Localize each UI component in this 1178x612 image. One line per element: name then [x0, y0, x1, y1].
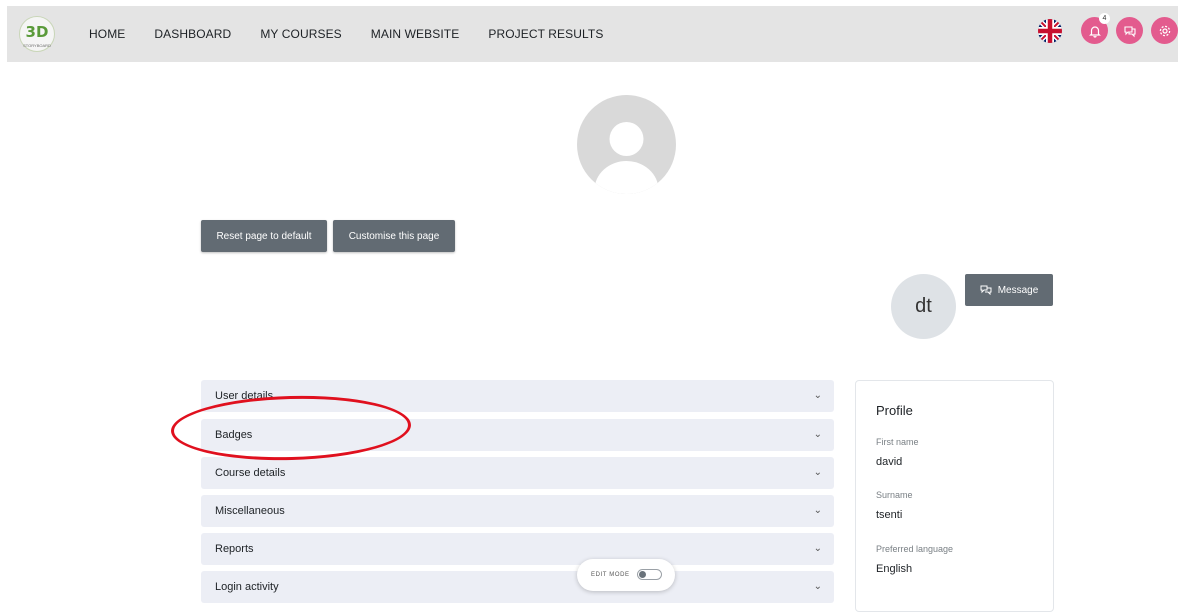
message-button[interactable]: Message: [965, 274, 1053, 306]
messages-button[interactable]: [1116, 17, 1143, 44]
nav-my-courses[interactable]: MY COURSES: [260, 27, 341, 41]
surname-value: tsenti: [876, 509, 903, 521]
chevron-down-icon: ⌄: [813, 429, 822, 440]
chevron-down-icon: ⌄: [813, 543, 822, 554]
primary-nav: HOME DASHBOARD MY COURSES MAIN WEBSITE P…: [89, 6, 632, 62]
user-initials-avatar: dt: [891, 274, 956, 339]
section-label: Course details: [215, 467, 286, 479]
notifications-button[interactable]: 4: [1081, 13, 1110, 44]
nav-main-website[interactable]: MAIN WEBSITE: [371, 27, 460, 41]
bell-icon: [1088, 25, 1101, 38]
notification-count-badge: 4: [1099, 13, 1110, 24]
section-reports[interactable]: Reports ⌄: [201, 533, 834, 565]
switch-knob: [639, 571, 646, 578]
edit-mode-label: EDIT MODE: [591, 572, 630, 578]
section-login-activity[interactable]: Login activity ⌄: [201, 571, 834, 603]
chevron-down-icon: ⌄: [813, 505, 822, 516]
chevron-down-icon: ⌄: [813, 467, 822, 478]
first-name-label: First name: [876, 437, 919, 447]
edit-mode-switch[interactable]: [637, 569, 662, 580]
edit-mode-toggle[interactable]: EDIT MODE: [577, 559, 675, 591]
nav-dashboard[interactable]: DASHBOARD: [154, 27, 231, 41]
surname-label: Surname: [876, 490, 913, 500]
nav-home[interactable]: HOME: [89, 27, 125, 41]
preferred-language-label: Preferred language: [876, 544, 954, 554]
chevron-down-icon: ⌄: [813, 390, 822, 401]
logo-subtext: STORYBOARD: [23, 43, 51, 48]
section-course-details[interactable]: Course details ⌄: [201, 457, 834, 489]
uk-flag-icon[interactable]: [1038, 18, 1062, 43]
logo-text: 3D: [25, 23, 49, 41]
profile-picture: [577, 95, 676, 194]
header-actions: 4: [1038, 13, 1178, 44]
section-label: Login activity: [215, 581, 279, 593]
nav-project-results[interactable]: PROJECT RESULTS: [488, 27, 603, 41]
section-label: Reports: [215, 543, 254, 555]
chevron-down-icon: ⌄: [813, 581, 822, 592]
preferred-language-value: English: [876, 563, 913, 575]
section-miscellaneous[interactable]: Miscellaneous ⌄: [201, 495, 834, 527]
reset-page-button[interactable]: Reset page to default: [201, 220, 327, 252]
message-button-label: Message: [997, 284, 1039, 296]
user-menu-button[interactable]: [1151, 17, 1178, 44]
section-label: Miscellaneous: [215, 505, 285, 517]
site-logo[interactable]: 3D STORYBOARD: [19, 16, 55, 52]
customise-page-button[interactable]: Customise this page: [333, 220, 455, 252]
chat-icon: [1123, 25, 1136, 37]
profile-card: Profile First name david Surname tsenti …: [855, 380, 1054, 612]
gear-icon: [1159, 25, 1170, 36]
chat-icon: [980, 285, 992, 295]
profile-card-title: Profile: [876, 403, 913, 418]
top-navbar: 3D STORYBOARD HOME DASHBOARD MY COURSES …: [7, 6, 1178, 62]
first-name-value: david: [876, 456, 903, 468]
